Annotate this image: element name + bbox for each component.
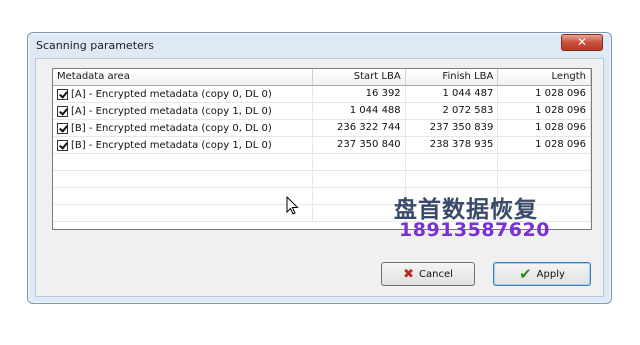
start-lba-cell: 236 322 744 bbox=[313, 120, 406, 136]
start-lba-cell: 237 350 840 bbox=[313, 137, 406, 153]
metadata-area-cell: [A] - Encrypted metadata (copy 0, DL 0) bbox=[71, 88, 272, 100]
row-checkbox[interactable] bbox=[57, 105, 68, 117]
metadata-area-cell: [A] - Encrypted metadata (copy 1, DL 0) bbox=[71, 105, 272, 117]
dialog-title: Scanning parameters bbox=[36, 39, 155, 52]
row-checkbox[interactable] bbox=[57, 122, 68, 134]
checkmark-icon: ✔ bbox=[519, 264, 532, 283]
column-header-length[interactable]: Length bbox=[498, 69, 591, 85]
close-button[interactable]: ✕ bbox=[561, 34, 603, 51]
table-row[interactable]: [A] - Encrypted metadata (copy 1, DL 0) … bbox=[53, 103, 591, 120]
finish-lba-cell: 2 072 583 bbox=[406, 103, 499, 119]
list-header: Metadata area Start LBA Finish LBA Lengt… bbox=[53, 69, 591, 86]
close-icon: ✕ bbox=[576, 35, 588, 49]
cancel-button[interactable]: ✖ Cancel bbox=[381, 262, 475, 286]
scanning-parameters-dialog: Scanning parameters ✕ Metadata area Star… bbox=[27, 32, 612, 304]
mouse-cursor-icon bbox=[286, 196, 299, 215]
finish-lba-cell: 238 378 935 bbox=[406, 137, 499, 153]
dialog-body: Metadata area Start LBA Finish LBA Lengt… bbox=[35, 58, 604, 297]
start-lba-cell: 16 392 bbox=[313, 86, 406, 102]
cancel-label: Cancel bbox=[419, 268, 453, 280]
length-cell: 1 028 096 bbox=[498, 103, 591, 119]
column-header-start-lba[interactable]: Start LBA bbox=[313, 69, 406, 85]
column-header-finish-lba[interactable]: Finish LBA bbox=[406, 69, 499, 85]
apply-label: Apply bbox=[536, 268, 565, 280]
finish-lba-cell: 1 044 487 bbox=[406, 86, 499, 102]
length-cell: 1 028 096 bbox=[498, 137, 591, 153]
cancel-x-icon: ✖ bbox=[403, 266, 414, 282]
metadata-area-cell: [B] - Encrypted metadata (copy 1, DL 0) bbox=[71, 139, 272, 151]
row-checkbox[interactable] bbox=[57, 88, 68, 100]
length-cell: 1 028 096 bbox=[498, 86, 591, 102]
row-checkbox[interactable] bbox=[57, 139, 68, 151]
start-lba-cell: 1 044 488 bbox=[313, 103, 406, 119]
empty-row bbox=[53, 154, 591, 171]
table-row[interactable]: [B] - Encrypted metadata (copy 1, DL 0) … bbox=[53, 137, 591, 154]
column-header-metadata-area[interactable]: Metadata area bbox=[53, 69, 313, 85]
table-row[interactable]: [A] - Encrypted metadata (copy 0, DL 0) … bbox=[53, 86, 591, 103]
watermark-phone: 18913587620 bbox=[399, 219, 550, 241]
length-cell: 1 028 096 bbox=[498, 120, 591, 136]
metadata-area-cell: [B] - Encrypted metadata (copy 0, DL 0) bbox=[71, 122, 272, 134]
title-bar: Scanning parameters ✕ bbox=[28, 33, 611, 59]
empty-row bbox=[53, 171, 591, 188]
table-row[interactable]: [B] - Encrypted metadata (copy 0, DL 0) … bbox=[53, 120, 591, 137]
apply-button[interactable]: ✔ Apply bbox=[493, 262, 591, 286]
finish-lba-cell: 237 350 839 bbox=[406, 120, 499, 136]
